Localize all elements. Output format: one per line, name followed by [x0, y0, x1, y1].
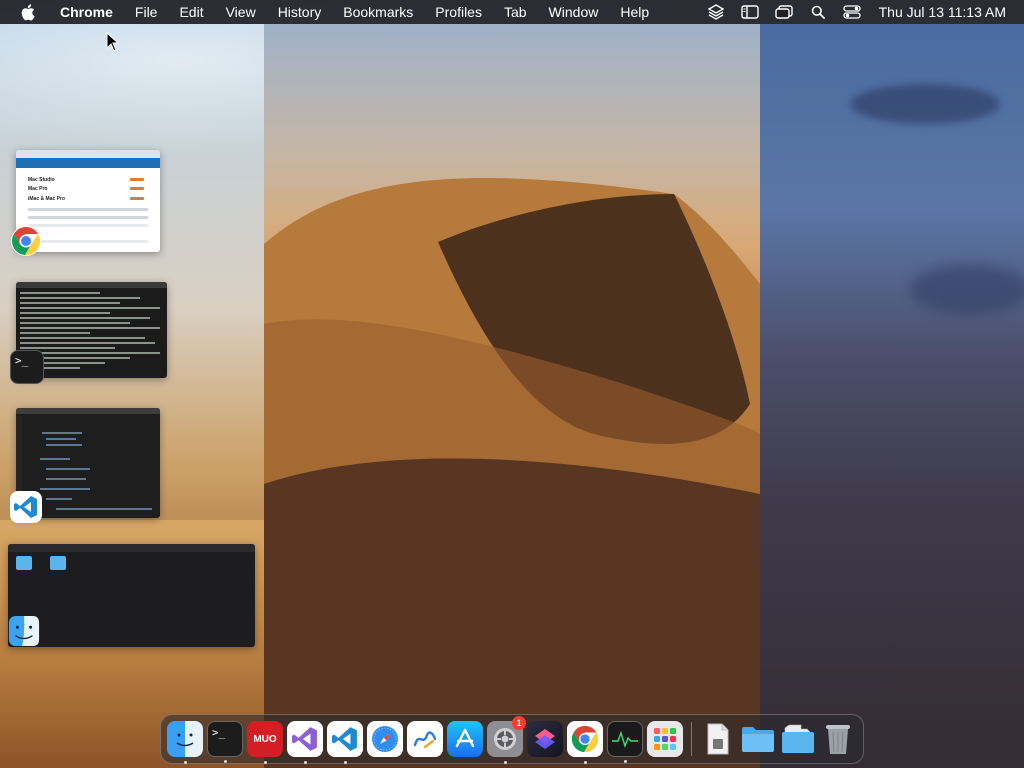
folder-icon[interactable] — [740, 721, 776, 757]
safari-icon[interactable] — [367, 721, 403, 757]
menu-help[interactable]: Help — [609, 0, 660, 24]
menu-app-name[interactable]: Chrome — [50, 0, 124, 24]
terminal-prompt: >_ — [15, 354, 29, 367]
cloud — [850, 84, 1000, 124]
cloud — [910, 264, 1024, 314]
windows-icon[interactable] — [773, 3, 795, 21]
menu-edit[interactable]: Edit — [168, 0, 214, 24]
terminal-label: >_ — [212, 726, 226, 739]
finder-icon[interactable] — [167, 721, 203, 764]
muo-icon[interactable]: MUO — [247, 721, 283, 764]
menu-history[interactable]: History — [267, 0, 333, 24]
dock-separator — [691, 722, 692, 756]
activity-monitor-icon[interactable] — [607, 721, 643, 763]
menu-bar: Chrome File Edit View History Bookmarks … — [0, 0, 1024, 24]
control-center-icon[interactable] — [841, 3, 863, 21]
vscode-icon[interactable] — [10, 491, 42, 523]
mouse-cursor-icon — [106, 31, 120, 57]
menu-bookmarks[interactable]: Bookmarks — [332, 0, 424, 24]
downloads-folder-icon[interactable] — [780, 721, 816, 757]
terminal-icon[interactable]: >_ — [10, 350, 44, 384]
layers-icon[interactable] — [705, 3, 727, 21]
notification-badge: 1 — [512, 716, 526, 730]
menu-file[interactable]: File — [124, 0, 169, 24]
thumbnail-row: Mac Studio — [28, 177, 55, 183]
menu-view[interactable]: View — [215, 0, 267, 24]
shortcuts-icon[interactable] — [527, 721, 563, 757]
finder-icon[interactable] — [8, 615, 40, 647]
thumbnail-row: Mac Pro — [28, 186, 48, 192]
thumbnail-row: iMac & Mac Pro — [28, 196, 65, 202]
sidebar-icon[interactable] — [739, 3, 761, 21]
apple-menu-icon[interactable] — [18, 3, 36, 21]
vscode-icon[interactable] — [327, 721, 363, 764]
menu-bar-clock[interactable]: Thu Jul 13 11:13 AM — [879, 4, 1006, 20]
muo-label: MUO — [253, 733, 277, 745]
window-thumbnail-finder[interactable] — [8, 544, 255, 647]
app-store-icon[interactable] — [447, 721, 483, 757]
document-icon[interactable] — [700, 721, 736, 757]
wallpaper-center-panel — [264, 24, 760, 768]
dock: >_ MUO 1 — [160, 714, 864, 764]
system-settings-icon[interactable]: 1 — [487, 716, 526, 764]
menu-window[interactable]: Window — [538, 0, 610, 24]
chrome-icon[interactable] — [10, 225, 42, 257]
trash-icon[interactable] — [820, 721, 856, 757]
menu-tab[interactable]: Tab — [493, 0, 538, 24]
visual-studio-icon[interactable] — [287, 721, 323, 764]
freeform-icon[interactable] — [407, 721, 443, 757]
menu-profiles[interactable]: Profiles — [424, 0, 493, 24]
launchpad-icon[interactable] — [647, 721, 683, 757]
chrome-icon[interactable] — [567, 721, 603, 764]
terminal-icon[interactable]: >_ — [207, 721, 243, 763]
wallpaper-right-panel — [760, 24, 1024, 768]
search-icon[interactable] — [807, 3, 829, 21]
